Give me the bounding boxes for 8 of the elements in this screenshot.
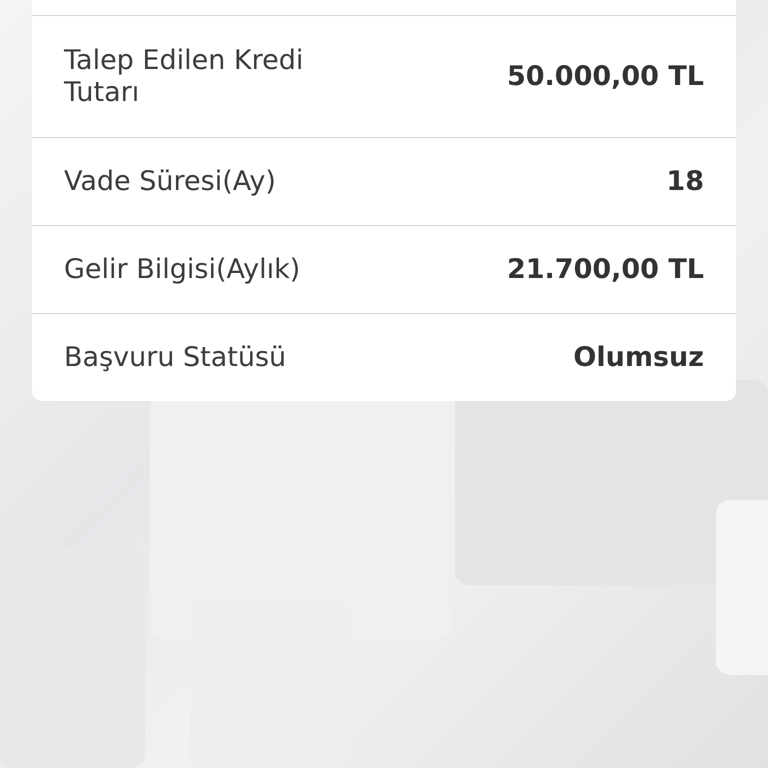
- row-label: Talep Edilen Kredi Tutarı: [64, 45, 304, 108]
- row-value: 21.700,00 TL: [506, 254, 704, 285]
- row-label: Başvuru Statüsü: [64, 342, 286, 374]
- row-label: Vade Süresi(Ay): [64, 166, 276, 198]
- row-value: 50.000,00 TL: [506, 61, 704, 92]
- row-value: 18: [666, 166, 704, 197]
- row-value: Olumsuz: [573, 342, 704, 373]
- row-label: Gelir Bilgisi(Aylık): [64, 254, 300, 286]
